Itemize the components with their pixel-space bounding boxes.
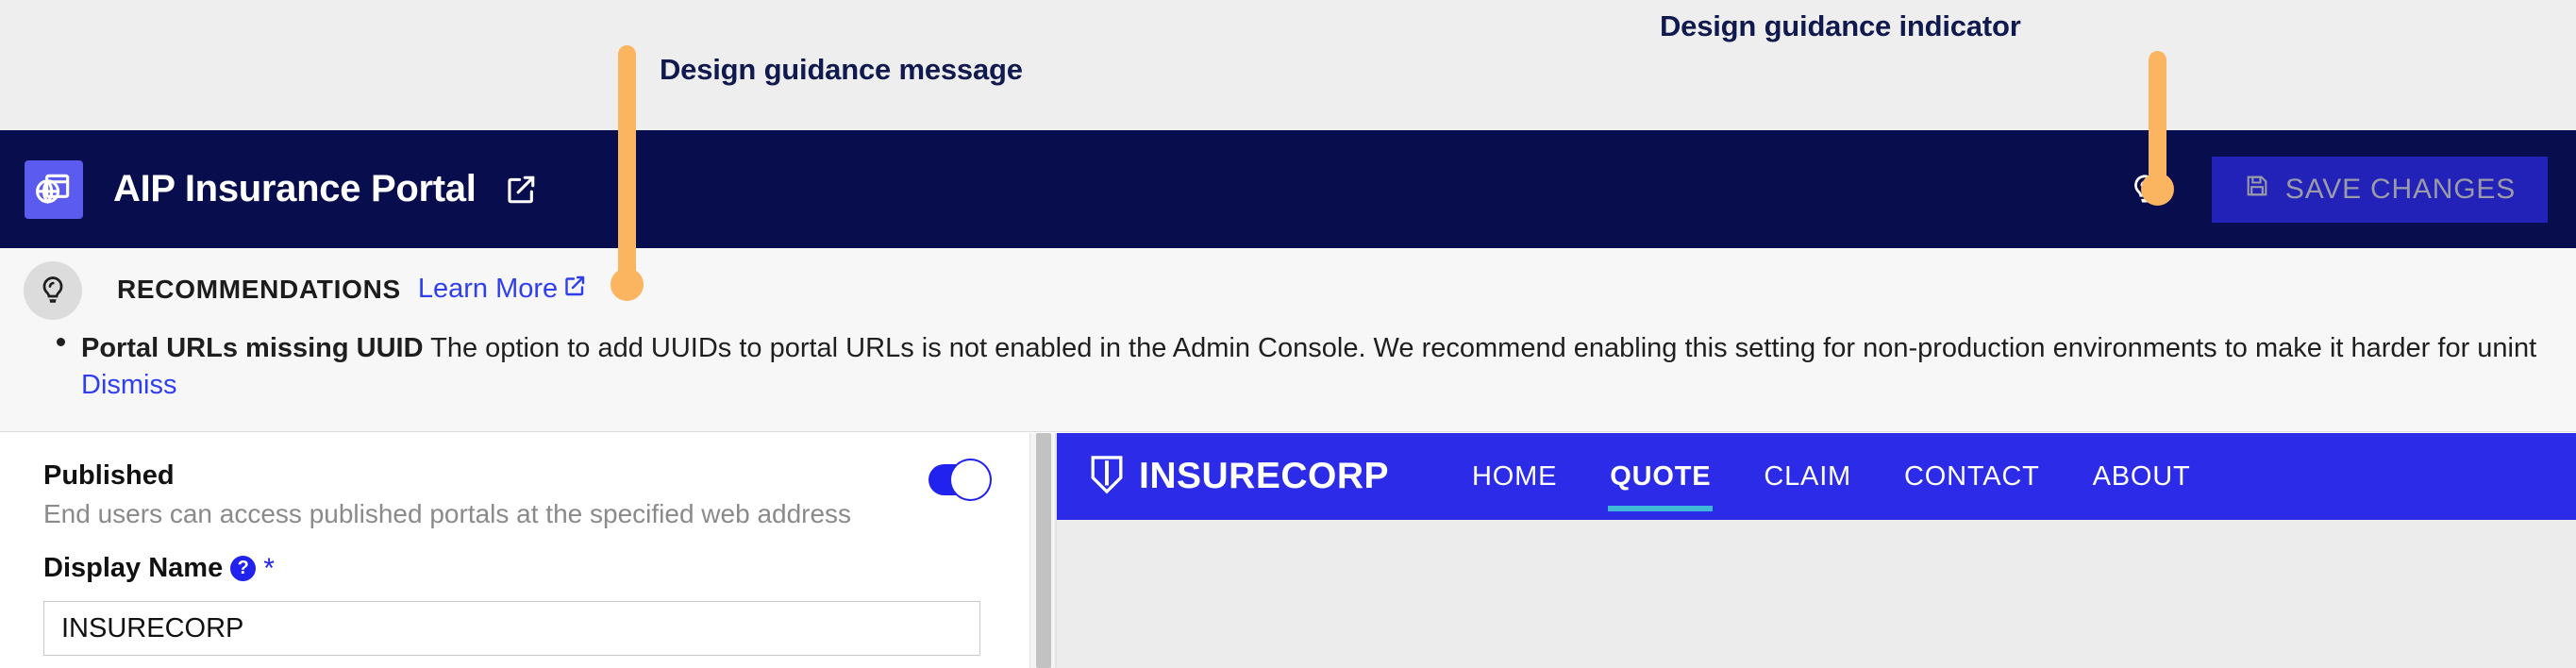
annotation-band xyxy=(0,0,2576,130)
published-label: Published xyxy=(43,460,175,491)
save-changes-button[interactable]: SAVE CHANGES xyxy=(2211,156,2548,223)
portal-brand-name: INSURECORP xyxy=(1139,456,1390,496)
required-marker: * xyxy=(263,552,275,584)
scrollbar-thumb[interactable] xyxy=(1036,433,1051,668)
annotation-leader-dot-indicator xyxy=(2141,173,2174,206)
page-title: AIP Insurance Portal xyxy=(113,168,477,209)
annotation-label-design-guidance-indicator: Design guidance indicator xyxy=(1660,9,2021,42)
recommendation-item: Portal URLs missing UUID The option to a… xyxy=(55,330,2576,367)
app-header: AIP Insurance Portal SAVE CHANGES xyxy=(0,130,2576,248)
dismiss-link[interactable]: Dismiss xyxy=(81,370,177,401)
published-setting-row: Published xyxy=(43,460,990,499)
portal-nav-item-home[interactable]: HOME xyxy=(1446,461,1583,493)
learn-more-link[interactable]: Learn More xyxy=(418,274,586,305)
settings-pane-scrollbar[interactable] xyxy=(1029,433,1056,668)
question-mark-icon[interactable]: ? xyxy=(230,556,257,581)
external-link-icon xyxy=(563,274,586,305)
portal-brand[interactable]: INSURECORP xyxy=(1088,453,1389,501)
portal-preview-body xyxy=(1057,520,2576,668)
display-name-label: Display Name xyxy=(43,553,224,583)
recommendation-item-body: The option to add UUIDs to portal URLs i… xyxy=(430,333,2537,363)
recommendations-title: RECOMMENDATIONS xyxy=(117,274,401,304)
globe-browser-icon xyxy=(25,159,83,219)
screenshot-root: Design guidance message Design guidance … xyxy=(0,0,2576,668)
display-name-input[interactable] xyxy=(43,601,980,656)
shield-icon xyxy=(1088,453,1126,501)
annotation-label-design-guidance-message: Design guidance message xyxy=(660,53,1023,86)
portal-nav-item-about[interactable]: ABOUT xyxy=(2066,461,2217,493)
learn-more-label: Learn More xyxy=(417,274,559,304)
lightbulb-icon xyxy=(24,261,82,320)
portal-nav-items: HOME QUOTE CLAIM CONTACT ABOUT xyxy=(1446,461,2217,511)
recommendation-item-title: Portal URLs missing UUID xyxy=(81,333,424,363)
annotation-leader-dot-message xyxy=(611,268,644,301)
published-toggle[interactable] xyxy=(928,460,990,499)
portal-preview-pane: INSURECORP HOME QUOTE CLAIM CONTACT ABOU… xyxy=(1056,433,2576,668)
published-description: End users can access published portals a… xyxy=(43,499,852,528)
external-link-icon[interactable] xyxy=(505,174,537,206)
annotation-leader-line-message xyxy=(618,45,636,300)
recommendations-heading-row: RECOMMENDATIONS Learn More xyxy=(117,274,586,305)
portal-navbar: INSURECORP HOME QUOTE CLAIM CONTACT ABOU… xyxy=(1057,433,2576,520)
display-name-label-row: Display Name ? * xyxy=(43,553,275,584)
save-changes-label: SAVE CHANGES xyxy=(2284,173,2516,205)
portal-nav-item-claim[interactable]: CLAIM xyxy=(1737,461,1878,493)
portal-nav-item-quote[interactable]: QUOTE xyxy=(1583,461,1737,511)
floppy-disk-icon xyxy=(2244,173,2270,207)
portal-nav-item-contact[interactable]: CONTACT xyxy=(1878,461,2066,493)
